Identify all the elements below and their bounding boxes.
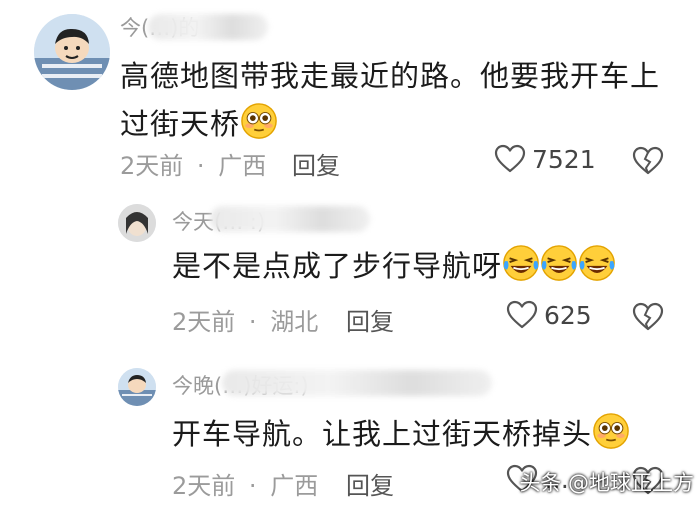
like-button[interactable]: 625 <box>506 300 592 330</box>
reply-button[interactable]: 回复 <box>346 302 394 337</box>
laughing-tears-emoji-icon <box>579 245 615 281</box>
laughing-tears-emoji-icon <box>541 245 577 281</box>
flushed-face-emoji-icon <box>241 103 277 139</box>
heart-outline-icon <box>506 300 538 329</box>
like-button[interactable]: 7521 <box>494 144 596 174</box>
comment-text: 高德地图带我走最近的路。他要我开车上 过街天桥 <box>120 59 661 141</box>
blurred-username <box>148 14 268 40</box>
avatar[interactable] <box>118 368 156 406</box>
blurred-username <box>210 206 370 232</box>
comment-meta: 2天前 · 湖北 <box>172 302 318 337</box>
broken-heart-icon[interactable] <box>632 146 664 176</box>
heart-outline-icon <box>494 144 526 173</box>
comment-location: 湖北 <box>270 308 319 336</box>
comment-time: 2天前 <box>172 308 236 336</box>
comment-meta: 2天前 · 广西 <box>172 466 318 501</box>
meta-separator: · <box>248 308 257 336</box>
comment-location: 广西 <box>218 152 267 180</box>
avatar-image <box>118 204 156 242</box>
comment-1: 今(…)的 高德地图带我走最近的路。他要我开车上 过街天桥 2天前 · 广西 回… <box>0 0 700 190</box>
avatar-image <box>118 368 156 406</box>
avatar[interactable] <box>34 14 110 90</box>
comment-text: 开车导航。让我上过街天桥掉头 <box>172 410 630 458</box>
reply-button[interactable]: 回复 <box>292 146 340 181</box>
flushed-face-emoji-icon <box>593 413 629 449</box>
comment-location: 广西 <box>270 472 319 500</box>
comment-text: 是不是点成了步行导航呀 <box>172 242 616 290</box>
meta-separator: · <box>248 472 257 500</box>
reply-button[interactable]: 回复 <box>346 466 394 501</box>
watermark: 头条 @地球正上方 <box>519 471 694 495</box>
like-count: 7521 <box>532 144 596 174</box>
comment-time: 2天前 <box>172 472 236 500</box>
laughing-tears-emoji-icon <box>503 245 539 281</box>
blurred-username <box>222 370 492 396</box>
broken-heart-icon[interactable] <box>632 302 664 332</box>
comment-meta: 2天前 · 广西 <box>120 146 266 181</box>
avatar-image <box>34 14 110 90</box>
comment-2: 今天(… :) 是不是点成了步行导航呀 <box>0 190 700 340</box>
comment-time: 2天前 <box>120 152 184 180</box>
meta-separator: · <box>196 152 205 180</box>
avatar[interactable] <box>118 204 156 242</box>
like-count: 625 <box>544 300 592 330</box>
